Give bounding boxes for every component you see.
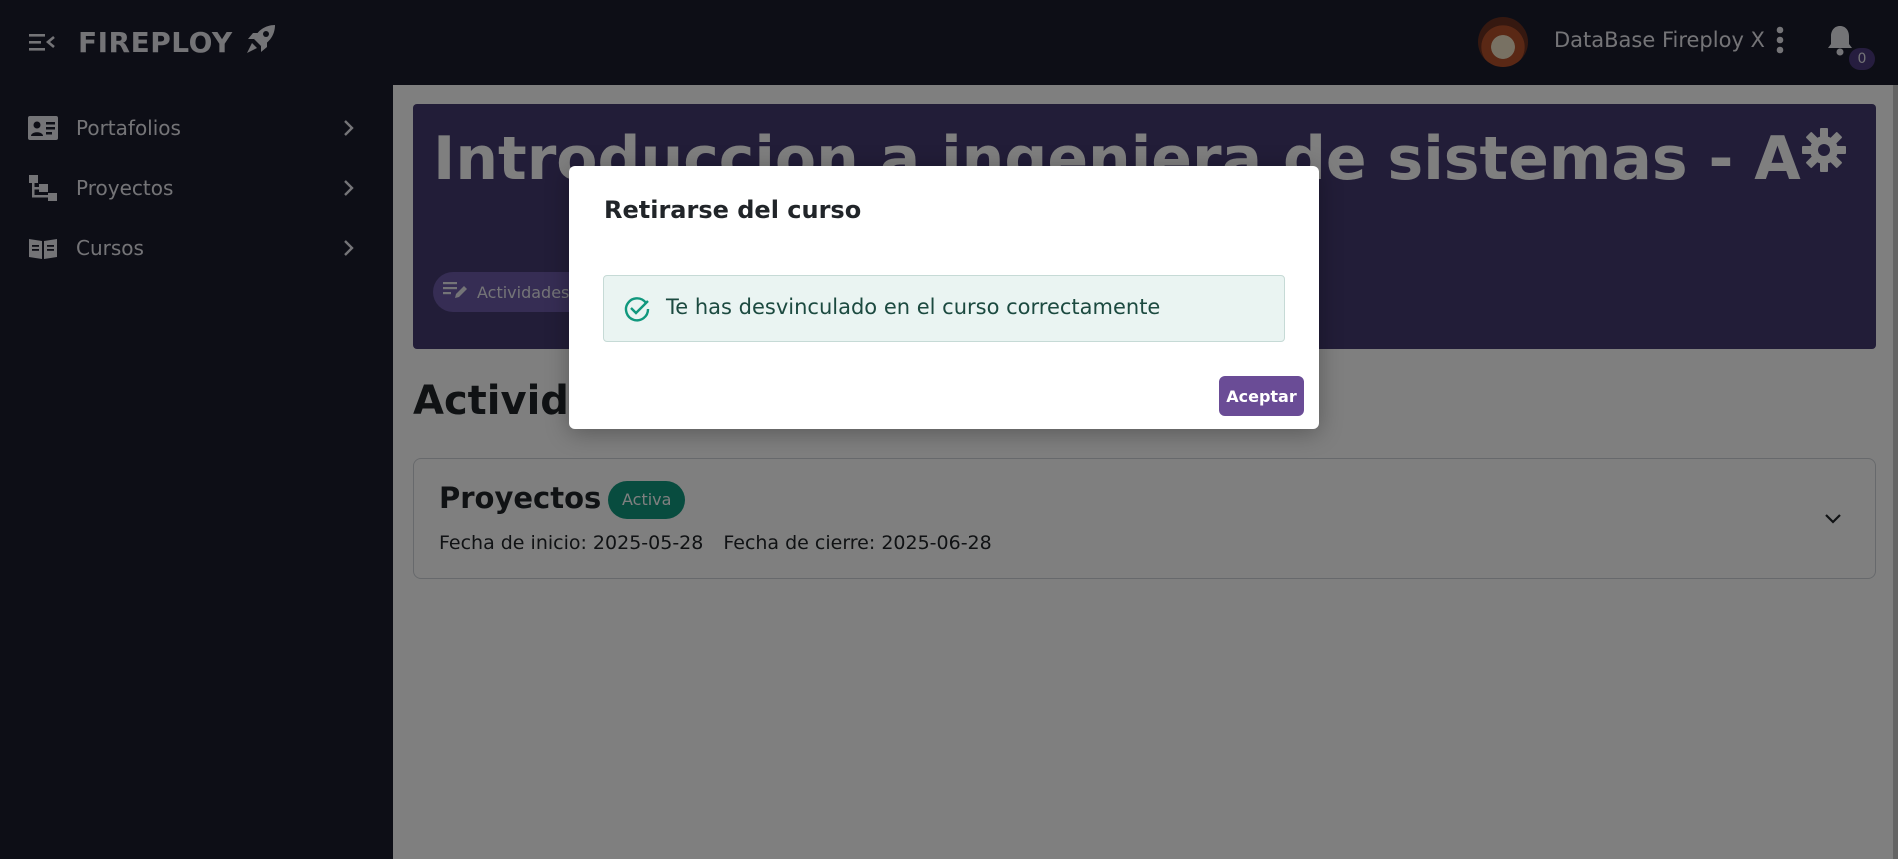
check-circle-icon <box>624 296 650 322</box>
dialog-title: Retirarse del curso <box>604 196 862 224</box>
alert-message: Te has desvinculado en el curso correcta… <box>666 295 1161 319</box>
accept-button[interactable]: Aceptar <box>1219 376 1304 416</box>
modal-backdrop[interactable] <box>0 0 1898 859</box>
success-alert: Te has desvinculado en el curso correcta… <box>603 275 1285 342</box>
leave-course-dialog: Retirarse del curso Te has desvinculado … <box>569 166 1319 429</box>
